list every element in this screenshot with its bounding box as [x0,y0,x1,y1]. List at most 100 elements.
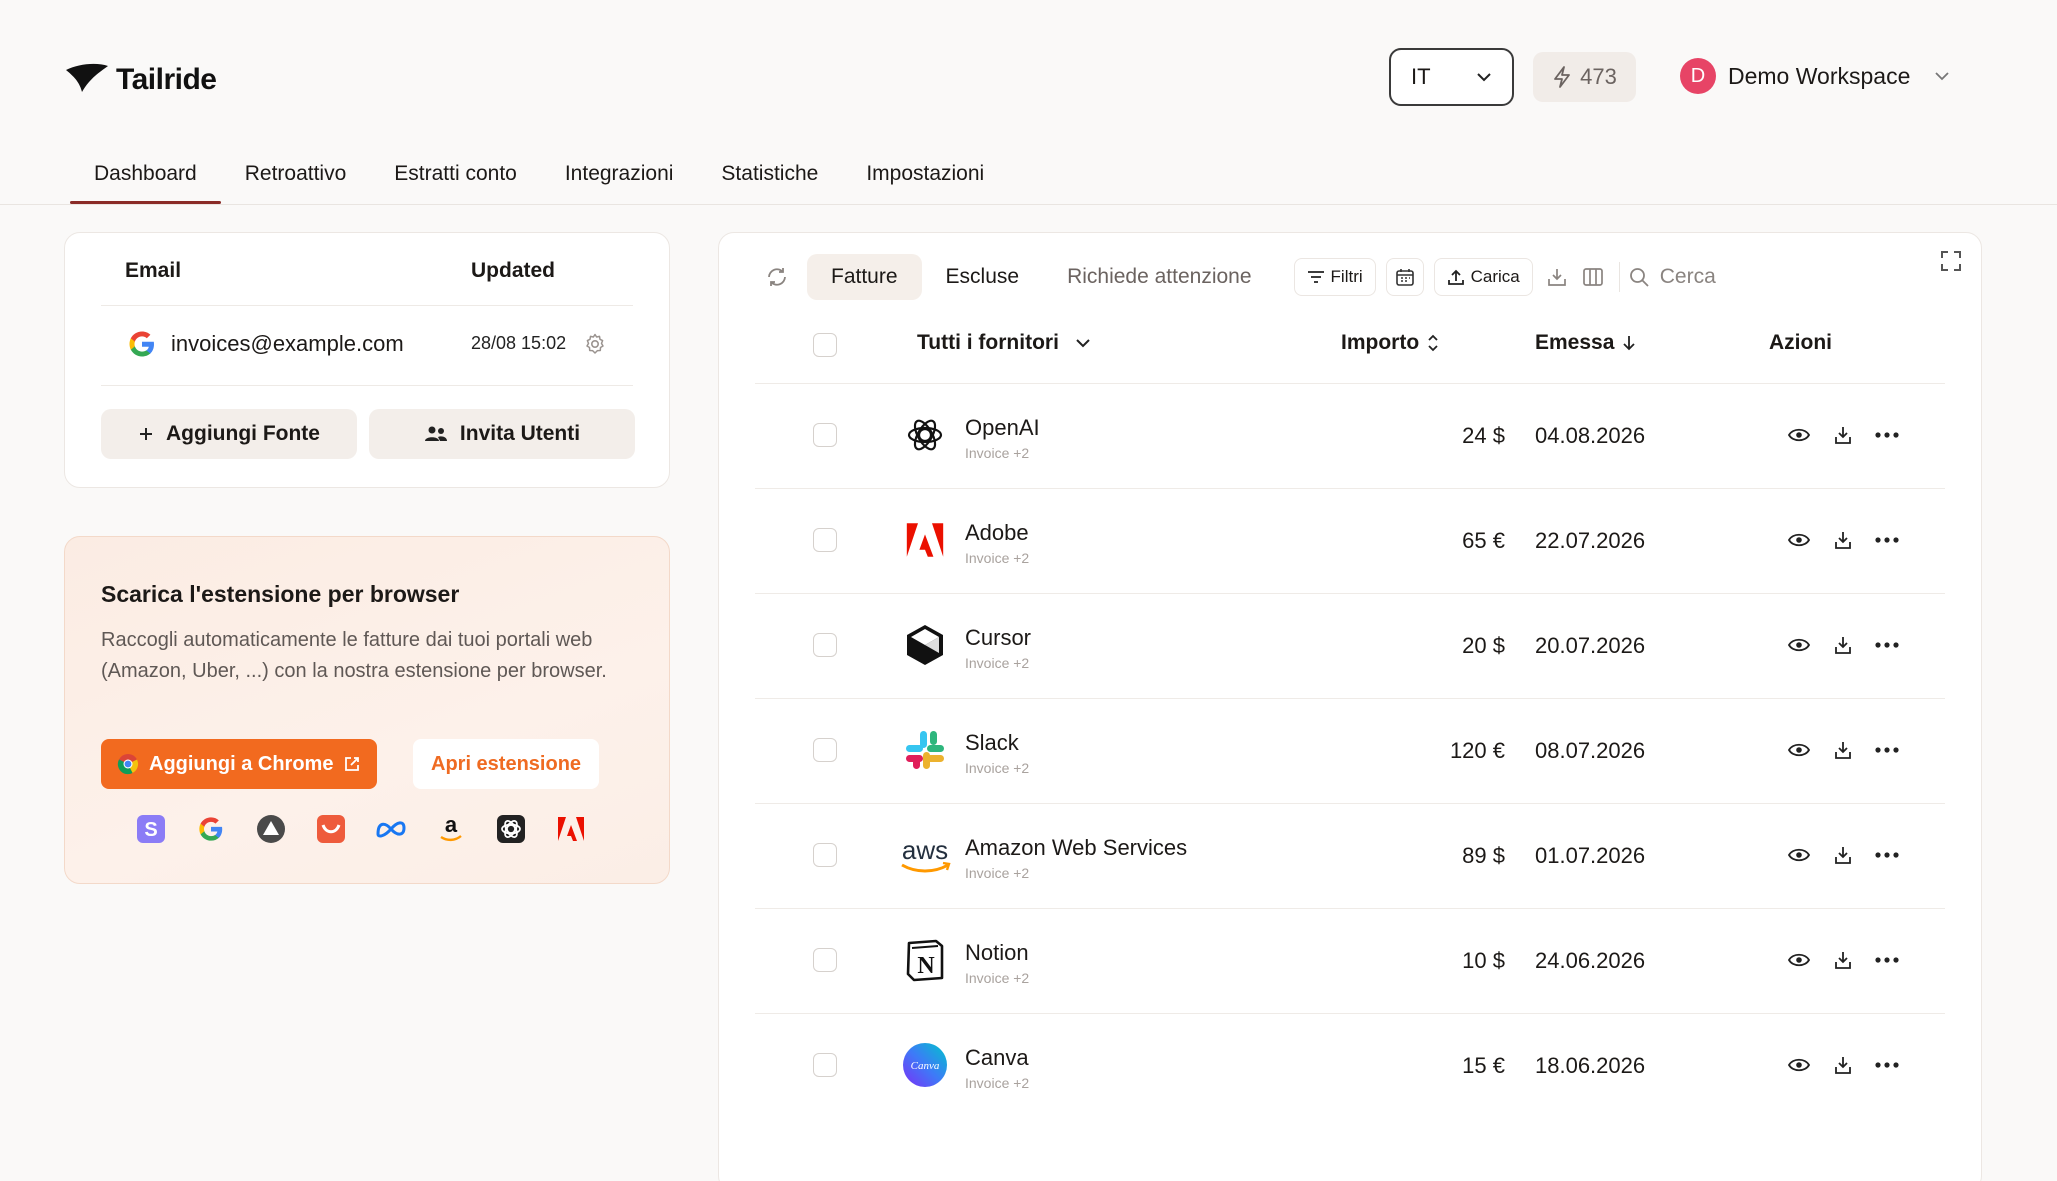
table-row[interactable]: Canva Canva Invoice +2 15 € 18.06.2026 [755,1013,1945,1118]
more-actions-button[interactable] [1873,1051,1901,1079]
canva-logo-icon: Canva [901,1041,949,1089]
view-button[interactable] [1785,631,1813,659]
browser-extension-card: Scarica l'estensione per browser Raccogl… [64,536,670,884]
download-icon [1835,427,1851,444]
view-button[interactable] [1785,1051,1813,1079]
download-icon [1835,532,1851,549]
download-button[interactable] [1829,631,1857,659]
eye-icon [1788,953,1810,967]
workspace-switcher[interactable]: D Demo Workspace [1680,58,1950,94]
download-button[interactable] [1829,946,1857,974]
openai-icon [495,813,527,845]
invoice-date: 01.07.2026 [1535,843,1646,868]
refresh-icon [768,268,786,286]
add-to-chrome-button[interactable]: Aggiungi a Chrome [101,739,378,789]
chevron-down-icon [1477,73,1491,82]
app-logo[interactable]: Tailride [64,62,217,98]
date-filter-button[interactable] [1385,258,1424,296]
upload-button[interactable]: Carica [1433,258,1533,296]
vendor-sub: Invoice +2 [965,1075,1030,1091]
segment-escluse[interactable]: Escluse [922,254,1044,300]
vendor-filter-dropdown[interactable]: Tutti i fornitori [917,331,1091,355]
workspace-name: Demo Workspace [1728,62,1911,89]
toolbar-separator [1618,262,1620,292]
table-row[interactable]: N Notion Invoice +2 10 $ 24.06.2026 [755,908,1945,1013]
view-button[interactable] [1785,946,1813,974]
more-actions-button[interactable] [1873,946,1901,974]
row-checkbox[interactable] [813,423,837,447]
amount-sort-header[interactable]: Importo [1341,331,1439,355]
download-button[interactable] [1829,421,1857,449]
table-row[interactable]: OpenAI Invoice +2 24 $ 04.08.2026 [755,383,1945,488]
download-button[interactable] [1829,526,1857,554]
filter-icon [1307,271,1324,283]
tab-retroattivo[interactable]: Retroattivo [221,148,371,204]
more-actions-button[interactable] [1873,736,1901,764]
app-name: Tailride [116,63,217,96]
vendor-sub: Invoice +2 [965,970,1030,986]
app-header: Tailride IT 473 D Demo Workspace [0,0,2057,160]
more-actions-button[interactable] [1873,841,1901,869]
table-row[interactable]: Adobe Invoice +2 65 € 22.07.2026 [755,488,1945,593]
invoice-date: 04.08.2026 [1535,423,1646,448]
issued-column-label: Emessa [1535,331,1615,354]
gear-icon[interactable] [583,332,607,356]
vendor-name: Slack [965,730,1019,755]
credits-badge[interactable]: 473 [1533,52,1636,102]
vendor-column-label: Tutti i fornitori [917,331,1059,354]
view-button[interactable] [1785,526,1813,554]
tab-impostazioni[interactable]: Impostazioni [842,148,1008,204]
download-button[interactable] [1829,1051,1857,1079]
invoice-date: 20.07.2026 [1535,633,1646,658]
open-extension-button[interactable]: Apri estensione [413,739,600,789]
row-checkbox[interactable] [813,633,837,657]
row-checkbox[interactable] [813,738,837,762]
row-checkbox[interactable] [813,843,837,867]
refresh-button[interactable] [759,259,795,295]
tailride-logo-icon [66,63,108,92]
more-actions-button[interactable] [1873,421,1901,449]
more-actions-button[interactable] [1873,631,1901,659]
svg-text:aws: aws [902,835,948,865]
table-row[interactable]: Slack Invoice +2 120 € 08.07.2026 [755,698,1945,803]
segment-richiede-attenzione[interactable]: Richiede attenzione [1043,254,1275,300]
tab-integrazioni[interactable]: Integrazioni [541,148,698,204]
download-button[interactable] [1829,736,1857,764]
more-horizontal-icon [1875,432,1899,438]
vendor-sub: Invoice +2 [965,865,1030,881]
select-all-checkbox[interactable] [813,333,837,357]
tab-dashboard[interactable]: Dashboard [70,148,221,204]
add-source-button[interactable]: Aggiungi Fonte [101,409,357,459]
table-row[interactable]: aws Amazon Web Services Invoice +2 89 $ … [755,803,1945,908]
row-checkbox[interactable] [813,528,837,552]
vendor-sub: Invoice +2 [965,760,1030,776]
download-all-button[interactable] [1539,259,1575,295]
view-button[interactable] [1785,841,1813,869]
source-email: invoices@example.com [171,331,404,356]
email-source-row: invoices@example.com [127,329,404,359]
invite-users-button[interactable]: Invita Utenti [369,409,635,459]
view-button[interactable] [1785,736,1813,764]
row-checkbox[interactable] [813,1053,837,1077]
sort-icon [1428,334,1438,352]
expand-icon[interactable] [1939,249,1963,273]
view-button[interactable] [1785,421,1813,449]
invoice-amount: 24 $ [1462,423,1505,448]
filters-button[interactable]: Filtri [1293,258,1376,296]
svg-text:S: S [144,819,157,841]
open-extension-label: Apri estensione [431,752,582,775]
search-input[interactable]: Cerca [1628,265,1716,289]
download-button[interactable] [1829,841,1857,869]
issued-sort-header[interactable]: Emessa [1535,331,1636,355]
tab-statistiche[interactable]: Statistiche [697,148,842,204]
more-horizontal-icon [1875,1062,1899,1068]
segment-fatture[interactable]: Fatture [807,254,922,300]
vendor-name: Adobe [965,520,1029,545]
tab-estratti-conto[interactable]: Estratti conto [370,148,541,204]
more-actions-button[interactable] [1873,526,1901,554]
eye-icon [1788,638,1810,652]
language-select[interactable]: IT [1389,48,1514,106]
columns-button[interactable] [1575,259,1611,295]
row-checkbox[interactable] [813,948,837,972]
table-row[interactable]: Cursor Invoice +2 20 $ 20.07.2026 [755,593,1945,698]
